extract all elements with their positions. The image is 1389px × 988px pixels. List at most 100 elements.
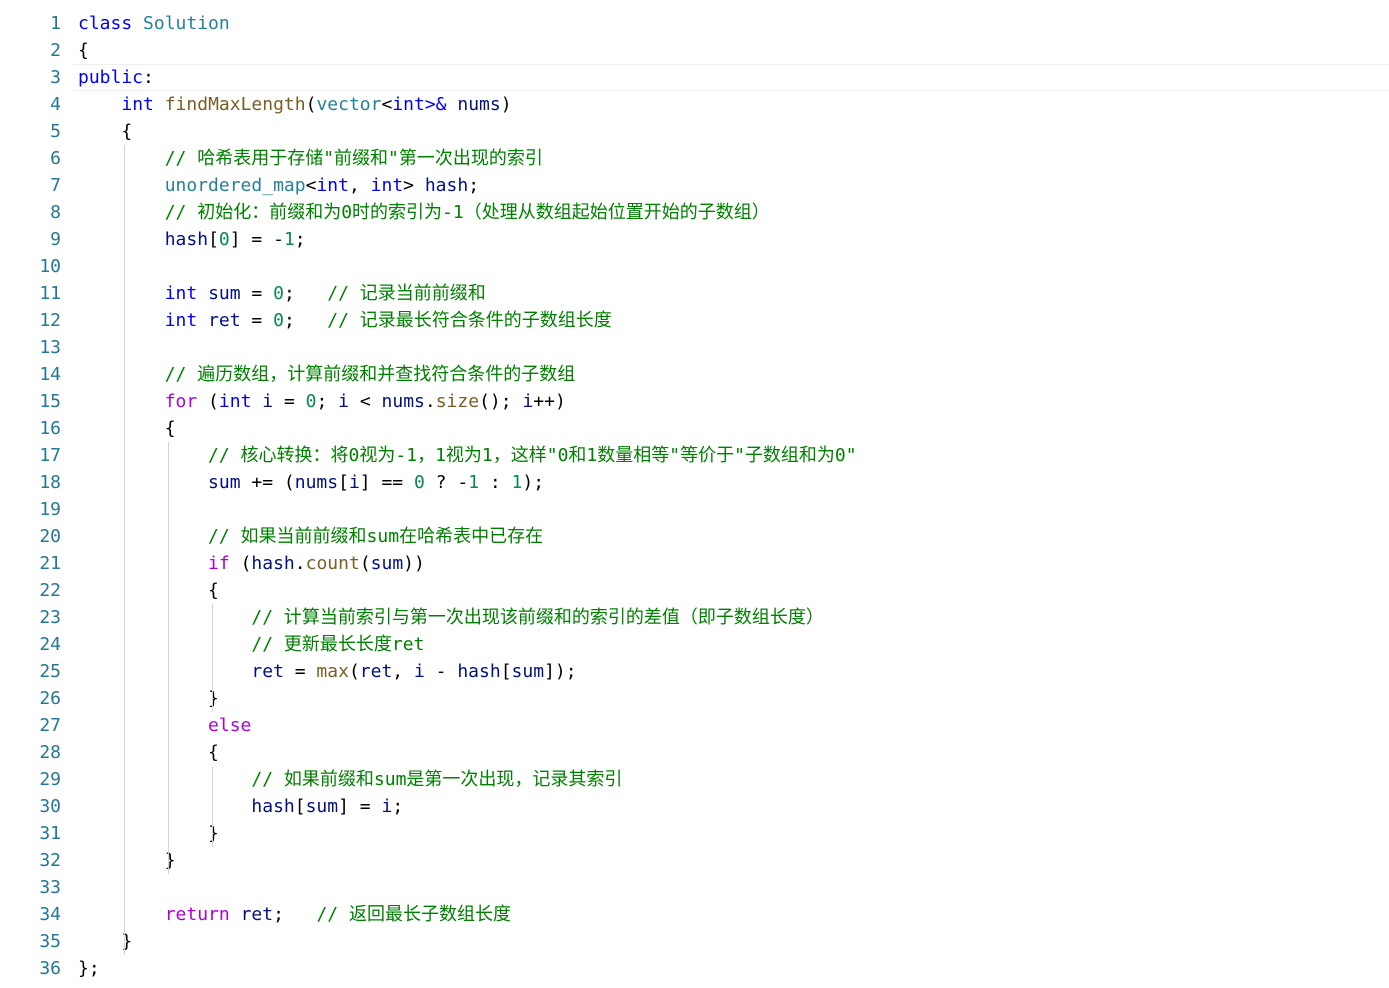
code-token: sum [511, 661, 545, 682]
code-line[interactable]: 24 // 更新最长长度ret [0, 631, 1389, 658]
line-number: 25 [39, 661, 61, 682]
code-token: unordered_map [164, 175, 306, 196]
line-code: if (hash.count(sum)) [78, 550, 425, 577]
code-token: hash [251, 796, 295, 817]
code-line[interactable]: 26 } [0, 685, 1389, 712]
code-token: ( [348, 661, 360, 682]
code-token: ] == [359, 472, 414, 493]
code-token: vector [316, 94, 382, 115]
code-token: findMaxLength [164, 94, 306, 115]
code-token: ret [359, 661, 393, 682]
code-token: ) [500, 94, 512, 115]
code-token: { [78, 121, 133, 142]
code-line[interactable]: 33 [0, 874, 1389, 901]
code-token: ] = - [229, 229, 284, 250]
code-token: : [143, 67, 154, 88]
line-number: 18 [39, 472, 61, 493]
code-token: ; [273, 904, 317, 925]
line-number: 7 [50, 175, 61, 196]
code-line[interactable]: 6 // 哈希表用于存储"前缀和"第一次出现的索引 [0, 145, 1389, 172]
code-line[interactable]: 15 for (int i = 0; i < nums.size(); i++) [0, 388, 1389, 415]
code-line[interactable]: 16 { [0, 415, 1389, 442]
code-line[interactable]: 9 hash[0] = -1; [0, 226, 1389, 253]
code-editor[interactable]: 1 class Solution 2{3 public: 4 int findMaxLe… [0, 0, 1389, 988]
code-token: class [78, 13, 133, 34]
line-code: int sum = 0; // 记录当前前缀和 [78, 280, 486, 307]
code-token: int [316, 175, 349, 196]
code-token: count [305, 553, 360, 574]
indent-guide [212, 766, 213, 847]
line-number: 5 [50, 121, 61, 142]
code-token: : [479, 472, 512, 493]
line-number: 34 [39, 904, 61, 925]
code-line[interactable]: 4 int findMaxLength(vector<int>& nums) [0, 91, 1389, 118]
code-line[interactable]: 1 class Solution [0, 10, 1389, 37]
code-token: < [349, 391, 382, 412]
code-line[interactable]: 13 [0, 334, 1389, 361]
code-token: = [240, 310, 274, 331]
code-line[interactable]: 20 // 如果当前前缀和sum在哈希表中已存在 [0, 523, 1389, 550]
line-code: // 如果前缀和sum是第一次出现，记录其索引 [78, 766, 622, 793]
code-token: ; [283, 310, 328, 331]
line-number: 36 [39, 958, 61, 979]
code-line[interactable]: 14 // 遍历数组，计算前缀和并查找符合条件的子数组 [0, 361, 1389, 388]
code-token: // 遍历数组，计算前缀和并查找符合条件的子数组 [164, 364, 576, 385]
code-line[interactable]: 23 // 计算当前索引与第一次出现该前缀和的索引的差值（即子数组长度） [0, 604, 1389, 631]
code-line[interactable]: 28 { [0, 739, 1389, 766]
code-line[interactable]: 36}; [0, 955, 1389, 982]
code-line[interactable]: 2{ [0, 37, 1389, 64]
code-line[interactable]: 22 { [0, 577, 1389, 604]
code-token: // 更新最长长度ret [251, 634, 425, 655]
code-line[interactable]: 21 if (hash.count(sum)) [0, 550, 1389, 577]
code-line[interactable]: 27 else [0, 712, 1389, 739]
code-token: i [262, 391, 274, 412]
line-code: } [78, 820, 219, 847]
code-line[interactable]: 3 public: [0, 64, 1389, 91]
code-line[interactable]: 10 [0, 253, 1389, 280]
code-line[interactable]: 25 ret = max(ret, i - hash[sum]); [0, 658, 1389, 685]
code-line[interactable]: 12 int ret = 0; // 记录最长符合条件的子数组长度 [0, 307, 1389, 334]
code-line[interactable]: 8 // 初始化：前缀和为0时的索引为-1（处理从数组起始位置开始的子数组） [0, 199, 1389, 226]
code-line[interactable]: 5 { [0, 118, 1389, 145]
line-number: 1 [50, 13, 61, 34]
code-line[interactable]: 7 unordered_map<int, int> hash; [0, 172, 1389, 199]
code-token: = [273, 391, 306, 412]
line-code: { [78, 577, 219, 604]
code-line[interactable]: 17 // 核心转换：将0视为-1，1视为1，这样"0和1数量相等"等价于"子数… [0, 442, 1389, 469]
line-number: 12 [39, 310, 61, 331]
line-code: // 如果当前前缀和sum在哈希表中已存在 [78, 523, 543, 550]
code-token: { [78, 742, 219, 763]
code-token: ; [468, 175, 480, 196]
code-line[interactable]: 29 // 如果前缀和sum是第一次出现，记录其索引 [0, 766, 1389, 793]
code-line[interactable]: 30 hash[sum] = i; [0, 793, 1389, 820]
code-token: [ [208, 229, 219, 250]
line-code: } [78, 847, 176, 874]
code-line[interactable]: 31 } [0, 820, 1389, 847]
code-line[interactable]: 32 } [0, 847, 1389, 874]
code-line[interactable]: 34 return ret; // 返回最长子数组长度 [0, 901, 1389, 928]
line-code: int findMaxLength(vector<int>& nums) [78, 91, 512, 118]
line-code: // 哈希表用于存储"前缀和"第一次出现的索引 [78, 145, 543, 172]
indent-guide [124, 145, 125, 955]
code-token: // 如果当前前缀和sum在哈希表中已存在 [208, 526, 544, 547]
code-token: // 返回最长子数组长度 [316, 904, 511, 925]
code-token: int [164, 283, 198, 304]
code-line[interactable]: 11 int sum = 0; // 记录当前前缀和 [0, 280, 1389, 307]
code-line[interactable]: 19 [0, 496, 1389, 523]
code-line[interactable]: 18 sum += (nums[i] == 0 ? -1 : 1); [0, 469, 1389, 496]
line-code: // 初始化：前缀和为0时的索引为-1（处理从数组起始位置开始的子数组） [78, 199, 770, 226]
code-line[interactable]: 35 } [0, 928, 1389, 955]
code-token: ( [305, 94, 317, 115]
line-code: // 更新最长长度ret [78, 631, 424, 658]
code-token: ; [283, 283, 328, 304]
code-token: 1 [511, 472, 523, 493]
current-line-highlight [72, 64, 1389, 91]
code-token: [ [338, 472, 349, 493]
line-code: { [78, 415, 176, 442]
line-number: 31 [39, 823, 61, 844]
